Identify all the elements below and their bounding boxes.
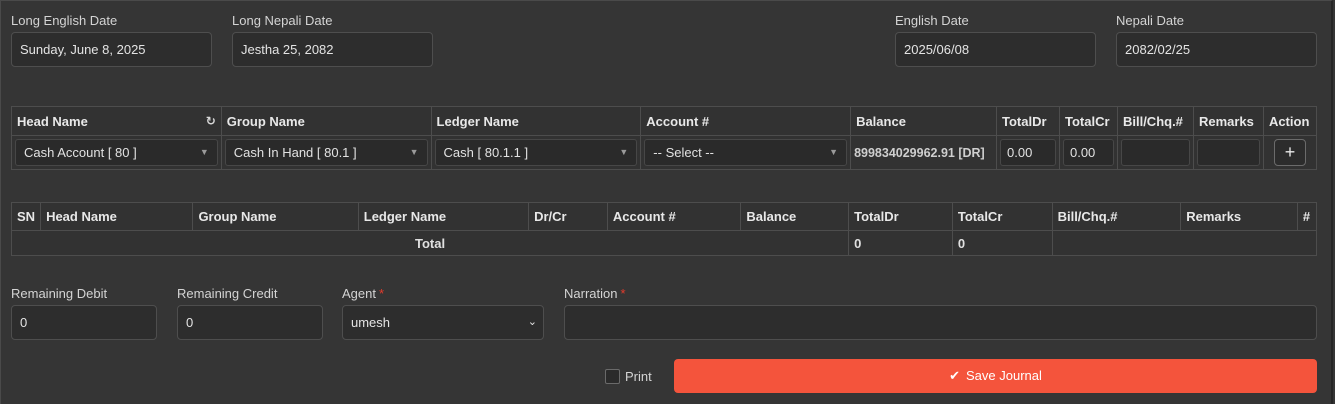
total-dr-input[interactable]: 0.00 <box>1000 139 1056 166</box>
narration-input[interactable] <box>564 305 1317 340</box>
col-dr-cr: Dr/Cr <box>528 202 608 231</box>
agent-select[interactable]: umesh ⌄ <box>342 305 544 340</box>
print-label: Print <box>625 369 652 384</box>
col-balance: Balance <box>850 106 997 136</box>
remaining-debit-field[interactable]: 0 <box>11 305 157 340</box>
english-date-label: English Date <box>895 13 969 28</box>
col-hash: # <box>1296 202 1318 231</box>
col-head-name: Head Name ↻ <box>11 106 222 136</box>
entry-header-row: Head Name ↻ Group Name Ledger Name Accoun… <box>11 106 1318 136</box>
col-ledger-name: Ledger Name <box>430 106 642 136</box>
bill-chq-input[interactable] <box>1120 139 1190 166</box>
caret-down-icon: ▼ <box>409 147 419 157</box>
caret-down-icon: ▼ <box>829 147 839 157</box>
long-nepali-date-field[interactable]: Jestha 25, 2082 <box>232 32 433 67</box>
remaining-credit-label: Remaining Credit <box>177 286 278 301</box>
account-select[interactable]: -- Select -- ▼ <box>644 139 848 166</box>
ledger-name-select[interactable]: Cash [ 80.1.1 ] ▼ <box>434 139 638 166</box>
col-bill-chq: Bill/Chq.# <box>1051 202 1182 231</box>
nepali-date-label: Nepali Date <box>1116 13 1184 28</box>
list-header-row: SN Head Name Group Name Ledger Name Dr/C… <box>10 202 1318 231</box>
total-label: Total <box>10 230 850 256</box>
col-total-dr: TotalDr <box>848 202 953 231</box>
total-cr-value: 0 <box>951 230 1053 256</box>
col-total-cr: TotalCr <box>1058 106 1118 136</box>
long-english-date-field[interactable]: Sunday, June 8, 2025 <box>11 32 212 67</box>
balance-value: 899834029962.91 [DR] <box>850 135 997 170</box>
col-balance: Balance <box>740 202 850 231</box>
head-name-select[interactable]: Cash Account [ 80 ] ▼ <box>15 139 218 166</box>
col-account: Account # <box>640 106 852 136</box>
col-head-name: Head Name <box>40 202 194 231</box>
check-icon: ✔ <box>949 368 960 383</box>
remaining-debit-label: Remaining Debit <box>11 286 108 301</box>
narration-label: Narration * <box>564 286 626 301</box>
col-remarks: Remarks <box>1180 202 1298 231</box>
refresh-icon[interactable]: ↻ <box>206 114 216 128</box>
col-group-name: Group Name <box>192 202 359 231</box>
caret-down-icon: ▼ <box>619 147 629 157</box>
required-mark: * <box>620 286 626 301</box>
nepali-date-field[interactable]: 2082/02/25 <box>1116 32 1317 67</box>
required-mark: * <box>378 286 385 301</box>
col-account: Account # <box>606 202 742 231</box>
total-cr-input[interactable]: 0.00 <box>1062 139 1114 166</box>
col-action: Action <box>1262 106 1318 136</box>
col-remarks: Remarks <box>1192 106 1264 136</box>
col-bill-chq: Bill/Chq.# <box>1116 106 1194 136</box>
journal-entry-table: Head Name ↻ Group Name Ledger Name Accoun… <box>11 106 1318 170</box>
group-name-select[interactable]: Cash In Hand [ 80.1 ] ▼ <box>224 139 428 166</box>
chevron-down-icon: ⌄ <box>527 316 537 328</box>
english-date-field[interactable]: 2025/06/08 <box>895 32 1096 67</box>
remaining-credit-field[interactable]: 0 <box>177 305 323 340</box>
col-group-name: Group Name <box>220 106 432 136</box>
col-ledger-name: Ledger Name <box>357 202 530 231</box>
col-sn: SN <box>10 202 42 231</box>
total-dr-value: 0 <box>848 230 953 256</box>
remarks-input[interactable] <box>1196 139 1260 166</box>
entry-input-row: Cash Account [ 80 ] ▼ Cash In Hand [ 80.1… <box>11 135 1318 170</box>
col-total-cr: TotalCr <box>951 202 1053 231</box>
caret-down-icon: ▼ <box>199 147 209 157</box>
journal-list-table: SN Head Name Group Name Ledger Name Dr/C… <box>10 202 1318 256</box>
long-english-date-label: Long English Date <box>11 13 118 28</box>
col-total-dr: TotalDr <box>996 106 1060 136</box>
long-nepali-date-label: Long Nepali Date <box>232 13 333 28</box>
agent-label: Agent * <box>342 286 385 301</box>
print-checkbox[interactable] <box>605 369 620 384</box>
save-journal-button[interactable]: ✔ Save Journal <box>674 359 1317 393</box>
add-row-button[interactable]: + <box>1273 139 1306 166</box>
total-row: Total 0 0 <box>10 230 1318 256</box>
total-row-filler <box>1051 230 1318 256</box>
